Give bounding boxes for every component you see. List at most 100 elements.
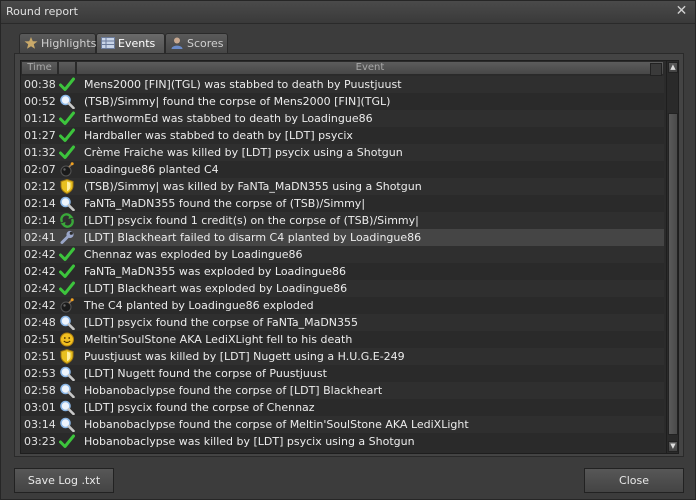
event-time: 02:07 — [24, 163, 56, 176]
magnifier-icon — [59, 417, 75, 433]
table-row[interactable]: 02:41 [LDT] Blackheart failed to disarm C… — [21, 229, 664, 246]
scroll-down-icon[interactable]: ▼ — [668, 441, 678, 452]
tab-label: Scores — [187, 37, 224, 50]
magnifier-icon — [59, 196, 75, 212]
vertical-scrollbar[interactable]: ▲ ▼ — [666, 61, 678, 453]
table-row[interactable]: 00:52 (TSB)/Simmy| found the corpse of Me… — [21, 93, 664, 110]
close-button[interactable]: Close — [584, 468, 684, 493]
event-time: 02:51 — [24, 333, 56, 346]
event-text: (TSB)/Simmy| was killed by FaNTa_MaDN355… — [84, 180, 422, 193]
recycle-icon — [59, 213, 75, 228]
event-time: 02:53 — [24, 367, 56, 380]
event-text: (TSB)/Simmy| found the corpse of Mens200… — [84, 95, 391, 108]
event-time: 02:12 — [24, 180, 56, 193]
bomb-icon — [59, 298, 75, 313]
event-text: FaNTa_MaDN355 was exploded by Loadingue8… — [84, 265, 347, 278]
event-time: 03:14 — [24, 418, 56, 431]
table-row[interactable]: 01:27 Hardballer was stabbed to death by … — [21, 127, 664, 144]
close-icon[interactable]: ✕ — [674, 4, 689, 19]
table-row[interactable]: 02:48 [LDT] psycix found the corpse of Fa… — [21, 314, 664, 331]
table-row[interactable]: 02:42 FaNTa_MaDN355 was exploded by Loadi… — [21, 263, 664, 280]
tab-panel: Time Event 00:38 Mens2000 [FIN](TGL) was … — [14, 53, 684, 457]
shield-icon — [59, 348, 75, 365]
event-time: 02:42 — [24, 282, 56, 295]
magnifier-icon — [59, 366, 75, 382]
event-time: 01:27 — [24, 129, 56, 142]
table-row[interactable]: 01:12 EarthwormEd was stabbed to death by… — [21, 110, 664, 127]
table-row[interactable]: 03:23 Hobanobaclypse was killed by [LDT] … — [21, 433, 664, 450]
event-time: 02:51 — [24, 350, 56, 363]
event-time: 02:42 — [24, 299, 56, 312]
event-text: [LDT] psycix found 1 credit(s) on the co… — [84, 214, 419, 227]
check-icon — [59, 128, 75, 143]
magnifier-icon — [59, 94, 75, 110]
event-time: 01:32 — [24, 146, 56, 159]
column-header-event-label: Event — [355, 62, 385, 73]
table-row[interactable]: 02:12 (TSB)/Simmy| was killed by FaNTa_Ma… — [21, 178, 664, 195]
event-list: Time Event 00:38 Mens2000 [FIN](TGL) was … — [20, 60, 679, 454]
table-icon — [101, 37, 115, 49]
tab-label: Highlights — [41, 37, 97, 50]
check-icon — [59, 281, 75, 296]
event-time: 02:42 — [24, 265, 56, 278]
event-text: Hobanobaclypse found the corpse of [LDT]… — [84, 384, 383, 397]
event-text: [LDT] Blackheart failed to disarm C4 pla… — [84, 231, 422, 244]
event-text: Hobanobaclypse found the corpse of Melti… — [84, 418, 469, 431]
list-header: Time Event — [21, 61, 664, 76]
event-time: 02:42 — [24, 248, 56, 261]
event-text: [LDT] psycix found the corpse of Chennaz — [84, 401, 315, 414]
event-text: The C4 planted by Loadingue86 exploded — [84, 299, 314, 312]
magnifier-icon — [59, 315, 75, 331]
event-text: Chennaz was exploded by Loadingue86 — [84, 248, 303, 261]
person-icon — [171, 37, 183, 49]
tab-events[interactable]: Events — [96, 33, 165, 54]
column-dropdown-icon[interactable] — [650, 63, 662, 76]
column-header-icon[interactable] — [58, 61, 76, 75]
check-icon — [59, 434, 75, 449]
table-row[interactable]: 03:14 Hobanobaclypse found the corpse of … — [21, 416, 664, 433]
event-text: Meltin'SoulStone AKA LediXLight fell to … — [84, 333, 353, 346]
table-row[interactable]: 02:07 Loadingue86 planted C4 — [21, 161, 664, 178]
table-row[interactable]: 02:42 [LDT] Blackheart was exploded by Lo… — [21, 280, 664, 297]
table-row[interactable]: 02:42 Chennaz was exploded by Loadingue86 — [21, 246, 664, 263]
event-time: 02:58 — [24, 384, 56, 397]
event-time: 00:52 — [24, 95, 56, 108]
tab-highlights[interactable]: Highlights — [19, 33, 96, 53]
table-row[interactable]: 01:32 Crème Fraiche was killed by [LDT] p… — [21, 144, 664, 161]
column-header-time[interactable]: Time — [21, 61, 58, 75]
star-icon — [24, 37, 38, 49]
event-time: 02:41 — [24, 231, 56, 244]
table-row[interactable]: 02:51 Meltin'SoulStone AKA LediXLight fel… — [21, 331, 664, 348]
table-row[interactable]: 02:53 [LDT] Nugett found the corpse of Pu… — [21, 365, 664, 382]
event-rows: 00:38 Mens2000 [FIN](TGL) was stabbed to … — [21, 76, 664, 450]
table-row[interactable]: 02:14 [LDT] psycix found 1 credit(s) on t… — [21, 212, 664, 229]
event-time: 02:14 — [24, 197, 56, 210]
tab-label: Events — [118, 37, 156, 50]
tab-scores[interactable]: Scores — [165, 33, 228, 53]
table-row[interactable]: 02:58 Hobanobaclypse found the corpse of … — [21, 382, 664, 399]
check-icon — [59, 247, 75, 262]
title-bar: Round report ✕ — [1, 1, 695, 24]
event-time: 02:14 — [24, 214, 56, 227]
event-text: Puustjuust was killed by [LDT] Nugett us… — [84, 350, 405, 363]
event-time: 02:48 — [24, 316, 56, 329]
magnifier-icon — [59, 383, 75, 399]
save-log-button[interactable]: Save Log .txt — [14, 468, 114, 493]
table-row[interactable]: 02:14 FaNTa_MaDN355 found the corpse of (… — [21, 195, 664, 212]
wrench-icon — [59, 230, 75, 245]
smiley-icon — [59, 332, 75, 347]
column-header-event[interactable]: Event — [76, 61, 664, 76]
table-row[interactable]: 00:38 Mens2000 [FIN](TGL) was stabbed to … — [21, 76, 664, 93]
event-text: Hardballer was stabbed to death by [LDT]… — [84, 129, 353, 142]
window-title: Round report — [6, 5, 78, 18]
event-text: [LDT] psycix found the corpse of FaNTa_M… — [84, 316, 359, 329]
bomb-icon — [59, 162, 75, 177]
check-icon — [59, 77, 75, 92]
scroll-up-icon[interactable]: ▲ — [668, 62, 678, 73]
event-text: FaNTa_MaDN355 found the corpse of (TSB)/… — [84, 197, 366, 210]
table-row[interactable]: 02:42 The C4 planted by Loadingue86 explo… — [21, 297, 664, 314]
scrollbar-thumb[interactable] — [668, 113, 678, 435]
table-row[interactable]: 02:51 Puustjuust was killed by [LDT] Nuge… — [21, 348, 664, 365]
table-row[interactable]: 03:01 [LDT] psycix found the corpse of Ch… — [21, 399, 664, 416]
event-time: 03:23 — [24, 435, 56, 448]
